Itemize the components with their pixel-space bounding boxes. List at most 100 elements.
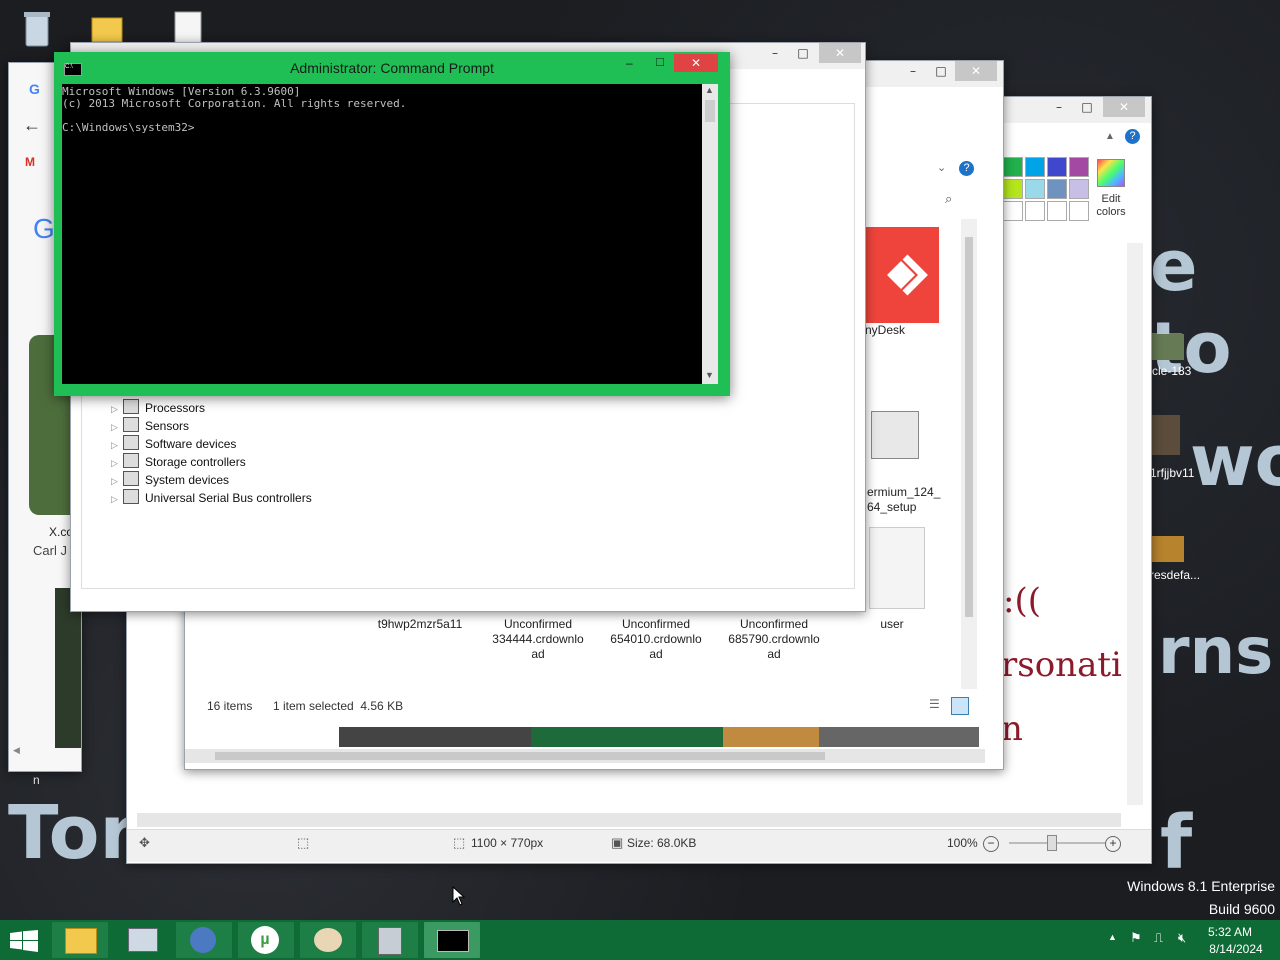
device-category-label: Processors [145, 401, 206, 415]
minimize-button[interactable]: – [899, 61, 927, 81]
folder-icon[interactable] [90, 10, 124, 46]
close-button[interactable]: ✕ [955, 61, 997, 81]
device-category-icon [123, 471, 139, 486]
start-button[interactable] [10, 930, 38, 952]
flag-icon[interactable]: ⚑ [1130, 930, 1142, 946]
expand-arrow-icon[interactable]: ▷ [111, 418, 121, 436]
clock-date[interactable]: 8/14/2024 [1200, 942, 1272, 956]
minimize-button[interactable]: – [761, 43, 789, 63]
volume-muted-icon[interactable]: 🔇︎ [1178, 930, 1186, 946]
taskbar-utorrent[interactable]: µ [238, 922, 294, 958]
scroll-up-icon[interactable]: ▲ [705, 85, 714, 95]
desktop-thumb-icon[interactable] [1150, 536, 1184, 562]
expand-arrow-icon[interactable]: ▷ [111, 454, 121, 472]
file-item-label[interactable]: Unconfirmed 654010.crdownlo ad [601, 617, 711, 662]
maximize-button[interactable]: □ [1073, 97, 1101, 117]
cmd-window[interactable]: C:\ Administrator: Command Prompt – □ ✕ … [54, 52, 730, 396]
scrollbar-thumb[interactable] [965, 237, 973, 617]
recycle-bin-icon[interactable] [20, 8, 54, 48]
scrollbar-thumb[interactable] [705, 100, 715, 122]
color-swatch[interactable] [1069, 179, 1089, 199]
desktop-label[interactable]: cle-183 [1152, 364, 1191, 378]
color-swatch[interactable] [1025, 157, 1045, 177]
scroll-down-icon[interactable]: ▼ [705, 370, 714, 380]
close-button[interactable]: ✕ [819, 43, 861, 63]
color-swatch[interactable] [1003, 201, 1023, 221]
device-category-label: Software devices [145, 437, 237, 451]
minimize-button[interactable]: – [1045, 97, 1073, 117]
collapse-ribbon-icon[interactable]: ▲ [1105, 131, 1115, 142]
horizontal-scrollbar[interactable] [137, 813, 1121, 827]
device-tree-item[interactable]: ▷ Universal Serial Bus controllers [111, 489, 312, 507]
taskbar-device-manager[interactable] [114, 922, 170, 958]
network-icon[interactable]: ⎍ [1154, 930, 1163, 946]
selection-info: 1 item selected 4.56 KB [273, 699, 404, 713]
taskbar-browser[interactable] [176, 922, 232, 958]
taskbar-device-tool[interactable] [362, 922, 418, 958]
desktop-label[interactable]: 1rfjjbv11 [1150, 466, 1194, 480]
cmd-icon [437, 930, 469, 952]
desktop-label[interactable]: resdefa... [1150, 568, 1200, 582]
zoom-slider-thumb[interactable] [1047, 835, 1057, 851]
color-swatch[interactable] [1003, 179, 1023, 199]
device-tree-item[interactable]: ▷ Sensors [111, 417, 189, 435]
maximize-button[interactable]: □ [789, 43, 817, 63]
zoom-in-button[interactable]: + [1105, 836, 1121, 852]
color-swatch[interactable] [1003, 157, 1023, 177]
details-view-icon[interactable]: ☰ [929, 697, 940, 711]
taskbar-paint[interactable] [300, 922, 356, 958]
search-icon[interactable]: ⌕ [945, 191, 952, 207]
device-tree-item[interactable]: ▷ Software devices [111, 435, 236, 453]
expand-arrow-icon[interactable]: ▷ [111, 436, 121, 454]
cmd-console[interactable]: Microsoft Windows [Version 6.3.9600] (c)… [62, 84, 702, 384]
device-tree-item[interactable]: ▷ Storage controllers [111, 453, 246, 471]
vertical-scrollbar[interactable] [1127, 243, 1143, 805]
taskbar-cmd[interactable] [424, 922, 480, 958]
zoom-slider[interactable] [1009, 842, 1105, 844]
expand-arrow-icon[interactable]: ▷ [111, 472, 121, 490]
close-button[interactable]: ✕ [674, 54, 718, 72]
help-icon[interactable]: ? [1125, 129, 1140, 144]
large-icons-view-icon[interactable] [951, 697, 969, 715]
file-item-label[interactable]: Unconfirmed 685790.crdownlo ad [719, 617, 829, 662]
device-tree-item[interactable]: ▷ Processors [111, 399, 205, 417]
minimize-button[interactable]: – [626, 56, 633, 70]
color-swatch[interactable] [1069, 201, 1089, 221]
taskbar-file-explorer[interactable] [52, 922, 108, 958]
scrollbar-thumb[interactable] [215, 752, 825, 760]
edit-colors-icon[interactable] [1097, 159, 1125, 187]
gmail-icon[interactable]: M [25, 155, 35, 169]
maximize-button[interactable]: □ [927, 61, 955, 81]
anydesk-icon[interactable] [865, 227, 939, 323]
color-swatch[interactable] [1069, 157, 1089, 177]
color-swatch[interactable] [1025, 179, 1045, 199]
zoom-out-button[interactable]: − [983, 836, 999, 852]
expand-arrow-icon[interactable]: ▷ [111, 490, 121, 508]
color-swatch[interactable] [1047, 157, 1067, 177]
dropdown-icon[interactable]: ⌄ [937, 161, 946, 174]
file-item-label[interactable]: user [837, 617, 947, 632]
video-thumbnail[interactable] [55, 588, 81, 748]
scroll-left-icon[interactable]: ◀ [13, 745, 20, 756]
color-swatch[interactable] [1047, 179, 1067, 199]
color-swatch[interactable] [1047, 201, 1067, 221]
file-icon[interactable] [869, 527, 925, 609]
close-button[interactable]: ✕ [1103, 97, 1145, 117]
clock-time[interactable]: 5:32 AM [1200, 925, 1260, 939]
help-icon[interactable]: ? [959, 161, 974, 176]
desktop-thumb-icon[interactable] [1152, 334, 1184, 360]
cmd-vertical-scrollbar[interactable]: ▲ ▼ [702, 84, 718, 384]
tray-chevron-icon[interactable]: ▲ [1108, 932, 1117, 942]
edit-colors-button[interactable]: Edit colors [1093, 193, 1129, 219]
desktop-thumb-icon[interactable] [1150, 415, 1180, 455]
expand-arrow-icon[interactable]: ▷ [111, 400, 121, 418]
installer-icon[interactable] [871, 411, 919, 459]
file-item-label[interactable]: Unconfirmed 334444.crdownlo ad [483, 617, 593, 662]
color-swatch[interactable] [1025, 201, 1045, 221]
file-item-label[interactable]: AnyDesk [857, 323, 947, 338]
maximize-button[interactable]: □ [656, 54, 664, 69]
back-arrow-icon[interactable]: ← [23, 115, 41, 136]
file-item-label[interactable]: t9hwp2mzr5a11 [365, 617, 475, 632]
device-tree-item[interactable]: ▷ System devices [111, 471, 229, 489]
file-item-label[interactable]: ermium_124_ 64_setup [867, 485, 957, 515]
